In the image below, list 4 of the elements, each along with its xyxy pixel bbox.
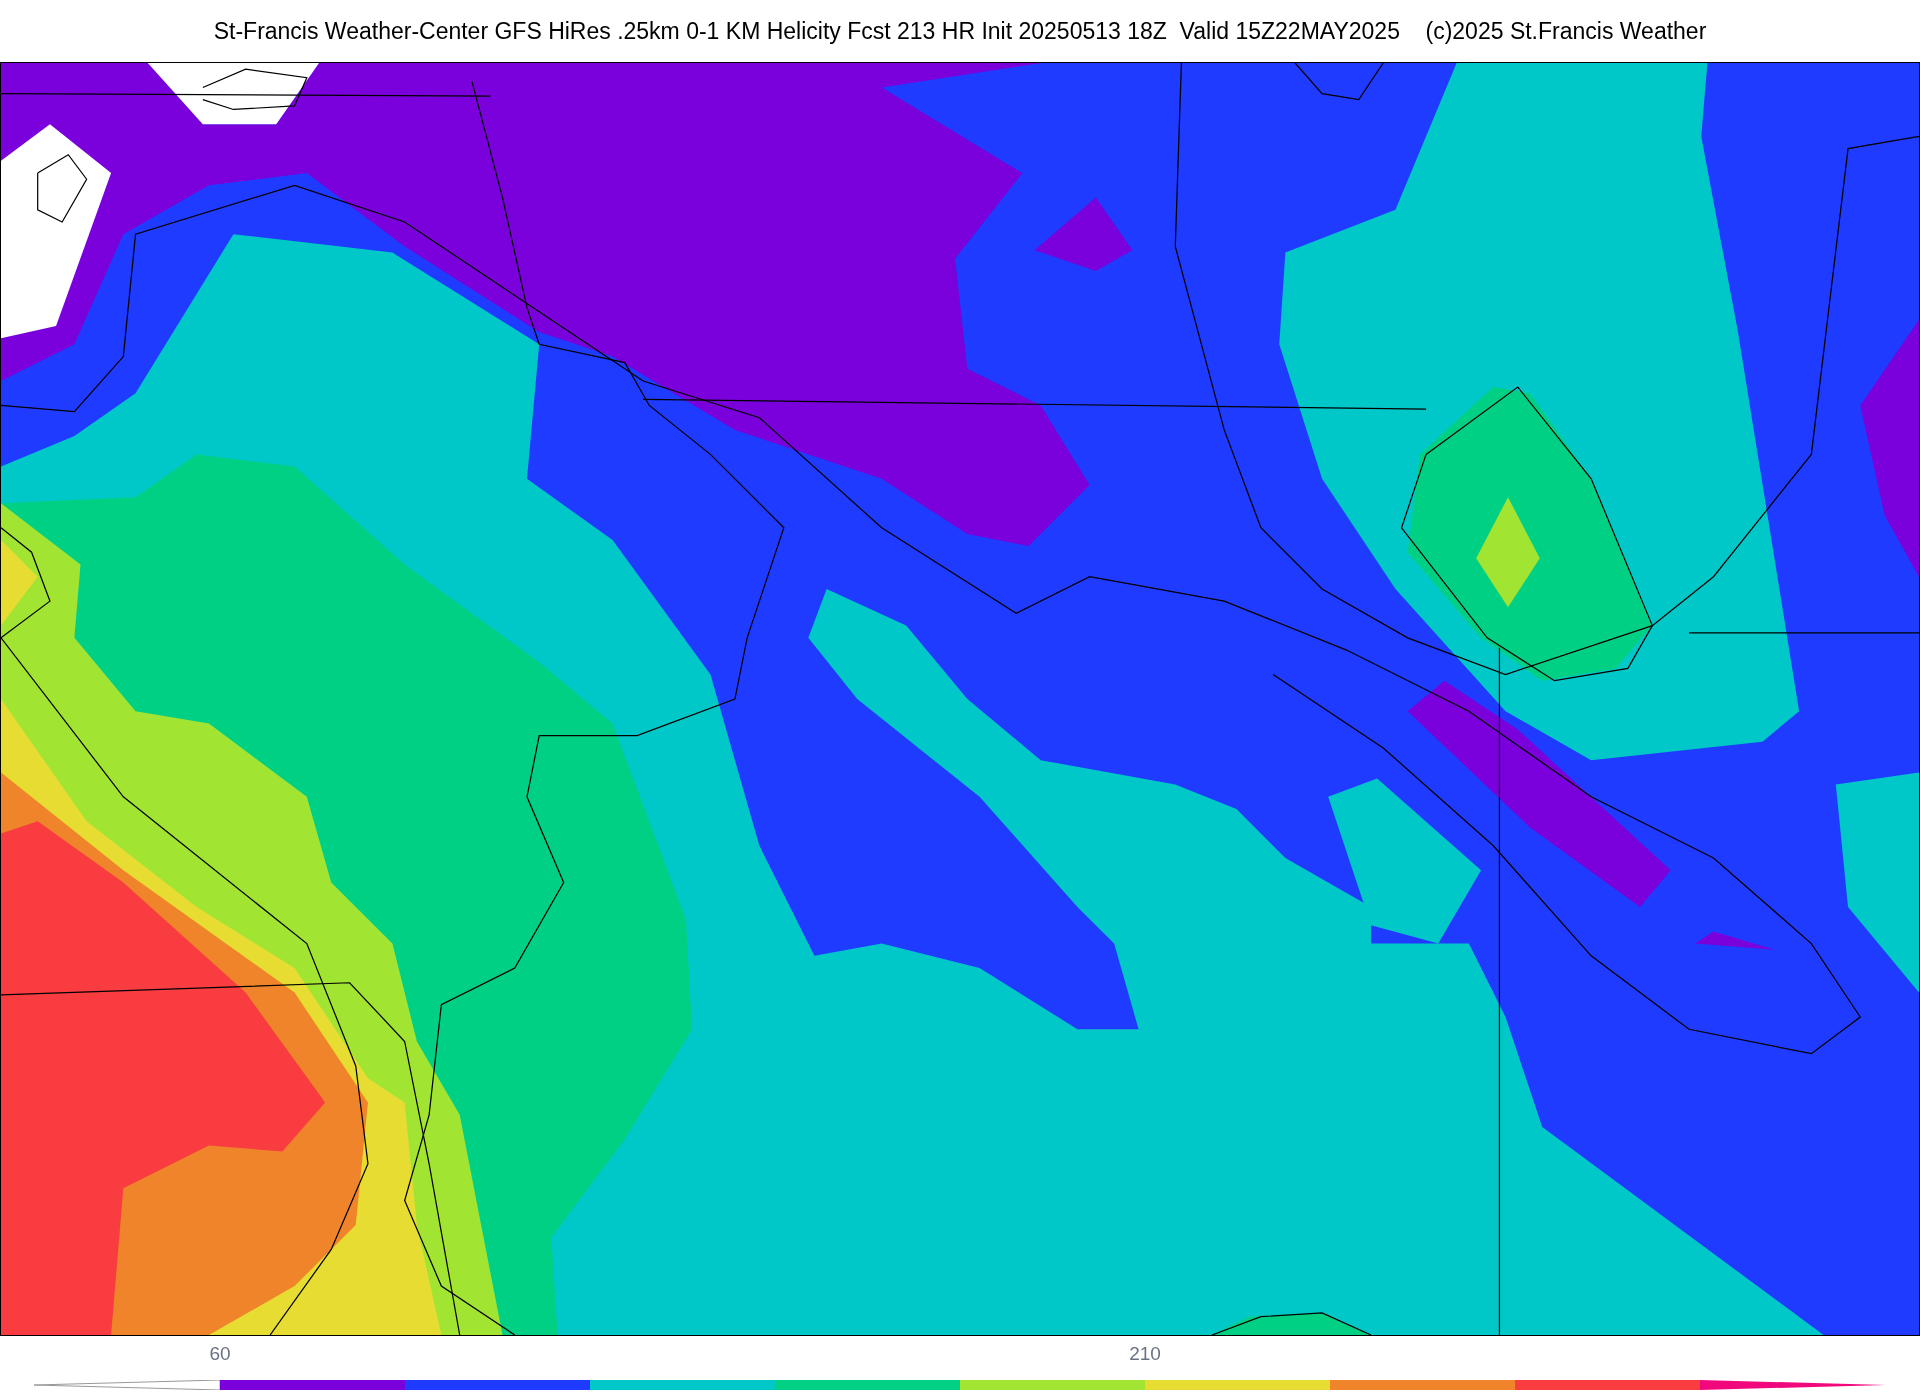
colorbar-tick-label: 60 [209, 1341, 231, 1366]
map-title: St-Francis Weather-Center GFS HiRes .25km 0-1 KM Helicity Fcst 213 HR Init 20250513 18Z Valid 15Z22MAY2025 (c)2025 St.Francis Weather [213, 16, 1707, 46]
colorbar-tick-label: 210 [1129, 1341, 1161, 1366]
colorbar-low-end-icon [34, 1380, 220, 1390]
